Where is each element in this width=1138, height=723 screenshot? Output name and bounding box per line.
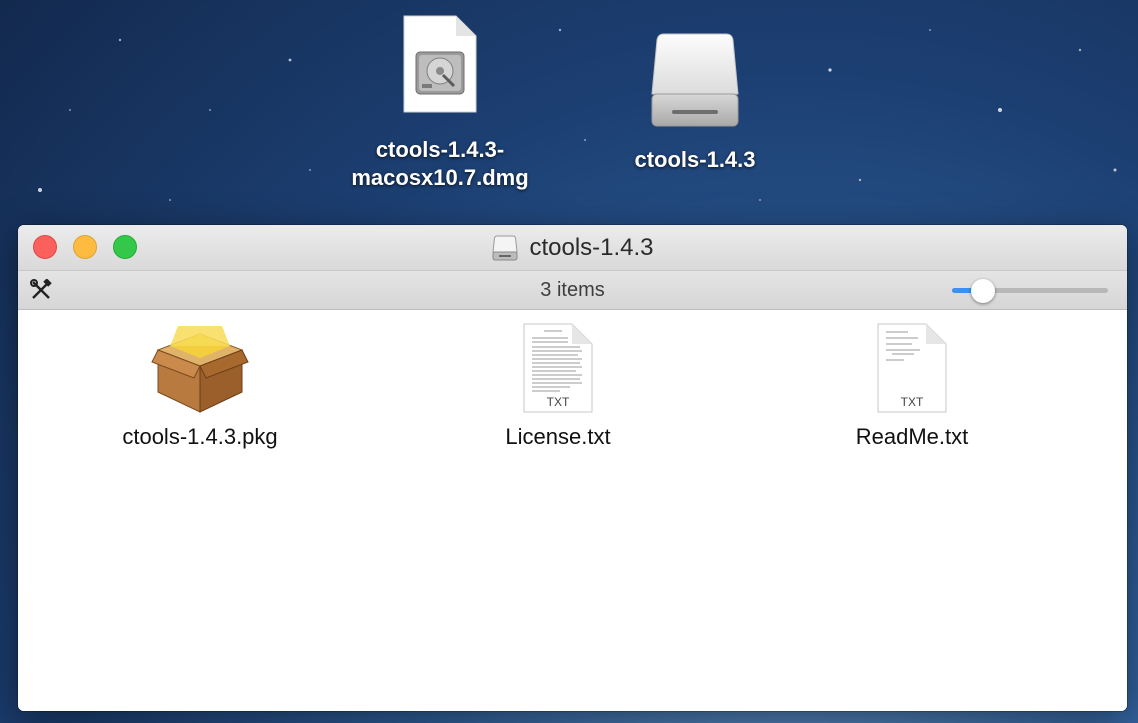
title-bar[interactable]: ctools-1.4.3 bbox=[18, 225, 1127, 271]
txt-badge: TXT bbox=[901, 395, 924, 409]
desktop: ctools-1.4.3- macosx10.7.dmg ctools-1.4.… bbox=[0, 0, 1138, 723]
package-icon bbox=[151, 326, 249, 413]
file-item-license[interactable]: TXT License.txt bbox=[438, 322, 678, 450]
icon-size-slider[interactable] bbox=[952, 279, 1108, 303]
desktop-icon-dmg[interactable]: ctools-1.4.3- macosx10.7.dmg bbox=[330, 14, 550, 192]
file-name: License.txt bbox=[505, 424, 611, 449]
desktop-icon-volume-label: ctools-1.4.3 bbox=[634, 147, 756, 172]
file-name: ReadMe.txt bbox=[855, 424, 969, 449]
window-title-group: ctools-1.4.3 bbox=[18, 225, 1127, 270]
external-volume-icon bbox=[651, 33, 739, 127]
file-grid: ctools-1.4.3.pkg TXT License.txt TXT Rea… bbox=[18, 310, 1127, 711]
file-item-readme[interactable]: TXT ReadMe.txt bbox=[792, 322, 1032, 450]
dmg-label-line1: ctools-1.4.3- bbox=[375, 137, 505, 162]
text-document-icon: TXT bbox=[877, 323, 947, 413]
volume-icon bbox=[492, 235, 519, 260]
dmg-disk-image-icon bbox=[403, 15, 477, 113]
slider-knob[interactable] bbox=[971, 279, 995, 303]
finder-window: ctools-1.4.3 3 items ctools-1.4.3.pkg TX… bbox=[18, 225, 1127, 711]
txt-badge: TXT bbox=[547, 395, 570, 409]
file-name: ctools-1.4.3.pkg bbox=[122, 424, 278, 449]
desktop-icon-volume[interactable]: ctools-1.4.3 bbox=[600, 32, 790, 174]
file-item-pkg[interactable]: ctools-1.4.3.pkg bbox=[80, 322, 320, 450]
status-bar: 3 items bbox=[18, 271, 1127, 310]
window-title: ctools-1.4.3 bbox=[529, 233, 654, 261]
dmg-label-line2: macosx10.7.dmg bbox=[351, 165, 529, 190]
desktop-icon-dmg-label: ctools-1.4.3- macosx10.7.dmg bbox=[330, 136, 550, 192]
text-document-icon: TXT bbox=[523, 323, 593, 413]
